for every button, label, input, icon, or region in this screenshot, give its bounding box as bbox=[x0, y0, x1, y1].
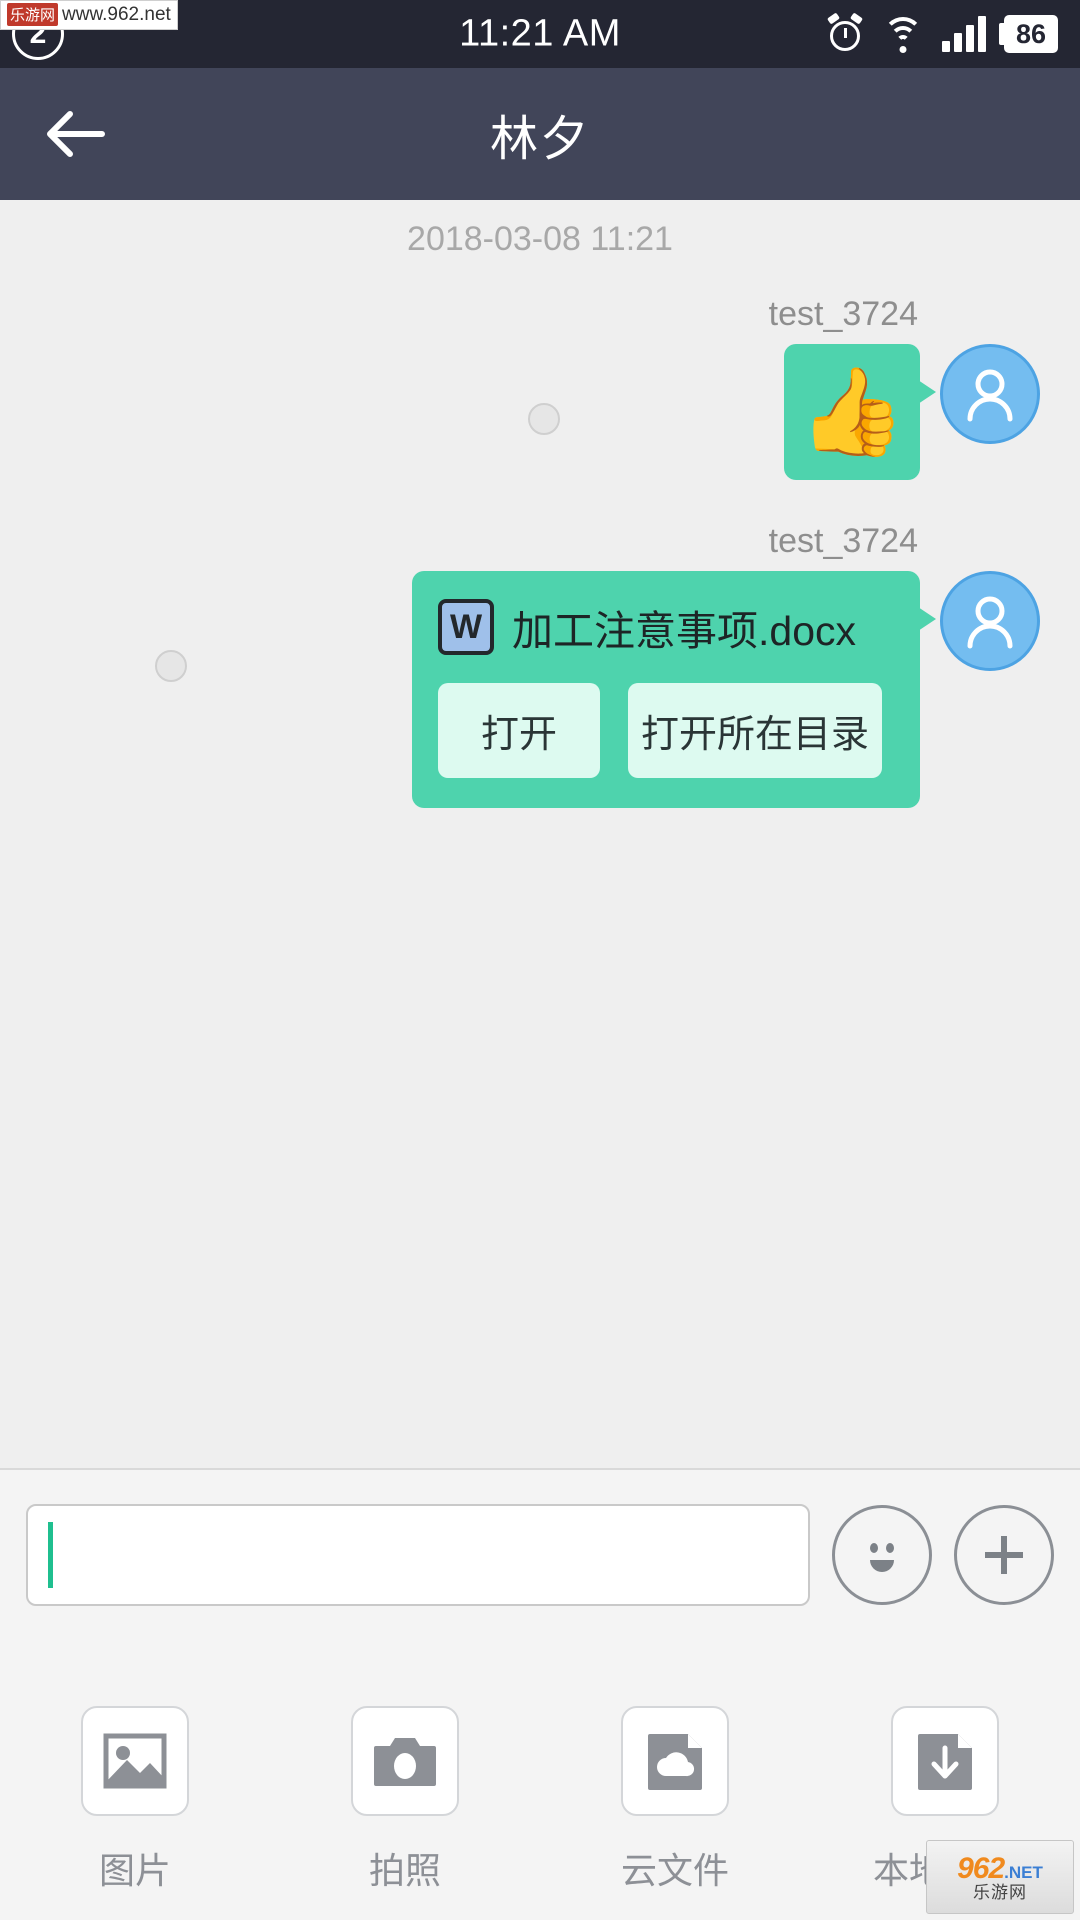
person-avatar-icon bbox=[967, 596, 1013, 649]
message-body: W 加工注意事项.docx 打开 打开所在目录 bbox=[40, 571, 1040, 808]
wifi-icon bbox=[882, 17, 924, 53]
attach-cloud-file-tile[interactable] bbox=[621, 1706, 729, 1816]
attach-image-label: 图片 bbox=[98, 1850, 171, 1891]
message-item: test_3724 👍 bbox=[0, 295, 1080, 480]
file-action-row: 打开 打开所在目录 bbox=[438, 683, 894, 778]
camera-icon bbox=[374, 1738, 436, 1786]
thumbs-up-emoji: 👍 bbox=[798, 364, 906, 460]
watermark-bottom-row: 962.NET bbox=[957, 1851, 1043, 1885]
local-file-download-icon bbox=[918, 1734, 972, 1790]
cloud-file-icon bbox=[648, 1734, 702, 1790]
image-icon bbox=[103, 1733, 167, 1789]
attachment-panel: 图片 拍照 云文件 bbox=[0, 1640, 1080, 1920]
date-divider: 2018-03-08 11:21 bbox=[407, 220, 673, 258]
app-header: 林夕 bbox=[0, 68, 1080, 200]
watermark-cn: 乐游网 bbox=[973, 1882, 1027, 1902]
word-doc-icon: W bbox=[438, 599, 494, 655]
back-arrow-icon bbox=[47, 111, 105, 157]
file-header: W 加工注意事项.docx bbox=[438, 597, 894, 657]
message-input-bar bbox=[0, 1470, 1080, 1640]
status-bar-right: 86 bbox=[826, 12, 1058, 53]
attach-image-tile[interactable] bbox=[81, 1706, 189, 1816]
avatar[interactable] bbox=[940, 344, 1040, 444]
attach-camera[interactable]: 拍照 bbox=[305, 1706, 505, 1894]
watermark-top: 乐游网 www.962.net bbox=[0, 0, 178, 30]
watermark-top-label: 乐游网 bbox=[7, 3, 59, 26]
battery-icon: 86 bbox=[999, 15, 1058, 53]
plus-icon bbox=[985, 1536, 1023, 1574]
attach-camera-tile[interactable] bbox=[351, 1706, 459, 1816]
chat-message-list[interactable]: 2018-03-08 11:21 test_3724 👍 test_3724 W… bbox=[0, 200, 1080, 1468]
message-sender-name: test_3724 bbox=[768, 522, 918, 560]
message-input-field[interactable] bbox=[26, 1504, 810, 1606]
message-sender-name: test_3724 bbox=[768, 295, 918, 333]
open-file-button[interactable]: 打开 bbox=[438, 683, 600, 778]
attach-image[interactable]: 图片 bbox=[35, 1706, 235, 1894]
attach-local-file-tile[interactable] bbox=[891, 1706, 999, 1816]
open-directory-button[interactable]: 打开所在目录 bbox=[628, 683, 882, 778]
watermark-top-url: www.962.net bbox=[62, 3, 171, 25]
chat-screen: 2 11:21 AM 86 乐游网 www.962.net 林夕 2018-03… bbox=[0, 0, 1080, 1920]
attach-camera-label: 拍照 bbox=[368, 1850, 441, 1891]
message-status-dot bbox=[155, 650, 187, 682]
message-item: test_3724 W 加工注意事项.docx 打开 打开所在目录 bbox=[0, 522, 1080, 808]
file-name: 加工注意事项.docx bbox=[512, 608, 856, 654]
attach-cloud-file[interactable]: 云文件 bbox=[575, 1706, 775, 1894]
message-bubble-file[interactable]: W 加工注意事项.docx 打开 打开所在目录 bbox=[412, 571, 936, 808]
message-body: 👍 bbox=[40, 344, 1040, 480]
attach-cloud-file-label: 云文件 bbox=[620, 1850, 729, 1891]
message-bubble-emoji[interactable]: 👍 bbox=[784, 344, 936, 480]
signal-icon bbox=[942, 16, 986, 52]
watermark-bottom: 962.NET 乐游网 bbox=[926, 1840, 1074, 1914]
message-status-dot bbox=[528, 403, 560, 435]
alarm-icon bbox=[826, 12, 864, 53]
avatar[interactable] bbox=[940, 571, 1040, 671]
person-avatar-icon bbox=[967, 369, 1013, 422]
watermark-962: 962 bbox=[957, 1851, 1005, 1885]
watermark-net: .NET bbox=[1004, 1862, 1043, 1882]
back-button[interactable] bbox=[40, 99, 110, 169]
emoji-smiley-icon bbox=[870, 1543, 894, 1572]
message-input[interactable] bbox=[53, 1506, 788, 1604]
add-attachment-button[interactable] bbox=[954, 1505, 1054, 1605]
status-bar-clock: 11:21 AM bbox=[459, 12, 621, 55]
page-title: 林夕 bbox=[489, 113, 591, 166]
emoji-button[interactable] bbox=[832, 1505, 932, 1605]
